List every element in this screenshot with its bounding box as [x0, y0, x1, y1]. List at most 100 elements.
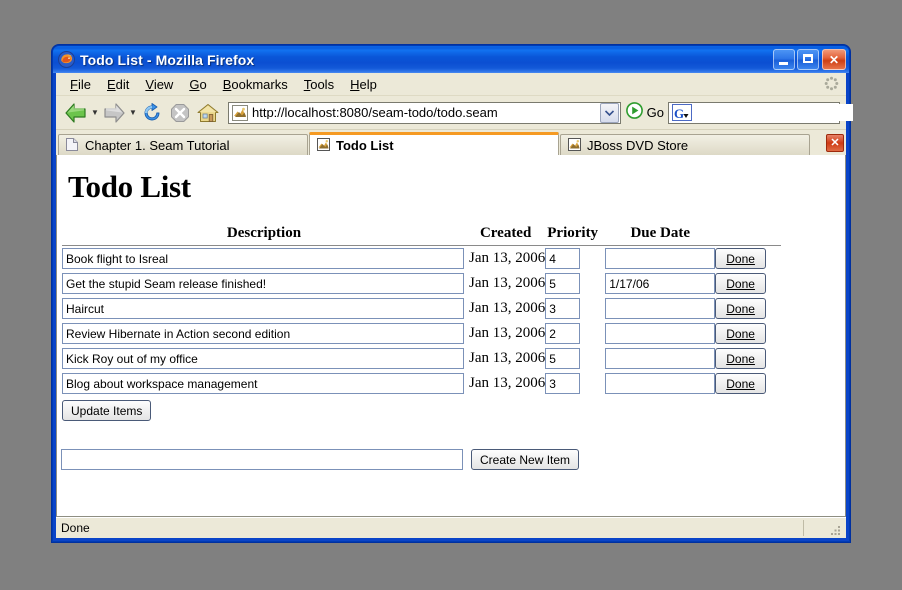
description-input[interactable]	[62, 248, 464, 269]
maximize-button[interactable]	[797, 49, 819, 70]
reload-icon[interactable]	[138, 100, 166, 126]
go-button[interactable]: Go	[626, 102, 664, 124]
seam-site-icon	[568, 138, 582, 152]
cell-due-date	[605, 246, 715, 272]
chevron-down-icon[interactable]	[600, 103, 619, 123]
page-favicon-icon	[232, 105, 248, 121]
url-text: http://localhost:8080/seam-todo/todo.sea…	[252, 106, 600, 119]
due-date-input[interactable]	[605, 248, 715, 269]
done-button[interactable]: Done	[715, 323, 766, 344]
done-button[interactable]: Done	[715, 373, 766, 394]
due-date-input[interactable]	[605, 273, 715, 294]
tab-chapter-1-seam-tutorial[interactable]: Chapter 1. Seam Tutorial	[58, 134, 308, 155]
title-bar: Todo List - Mozilla Firefox ✕	[53, 46, 849, 73]
close-icon: ✕	[823, 50, 845, 69]
dotted-circle-icon[interactable]	[824, 76, 839, 91]
cell-action: Done	[715, 321, 781, 346]
google-g-icon[interactable]: G	[672, 104, 692, 121]
due-date-input[interactable]	[605, 298, 715, 319]
due-date-input[interactable]	[605, 348, 715, 369]
description-input[interactable]	[62, 273, 464, 294]
menu-item-edit[interactable]: Edit	[99, 76, 137, 93]
forward-dropdown-icon: ▼	[128, 109, 138, 117]
url-bar[interactable]: http://localhost:8080/seam-todo/todo.sea…	[228, 102, 621, 124]
window-title: Todo List - Mozilla Firefox	[80, 52, 771, 68]
description-input[interactable]	[62, 348, 464, 369]
search-input[interactable]	[692, 104, 853, 121]
forward-arrow-icon	[100, 100, 128, 126]
menu-bar: File Edit View Go Bookmarks Tools Help	[56, 73, 846, 96]
table-row: Jan 13, 2006Done	[62, 271, 781, 296]
status-bar: Done	[56, 517, 846, 538]
navigation-toolbar: ▼ ▼	[56, 96, 846, 130]
menu-item-file[interactable]: File	[62, 76, 99, 93]
done-button[interactable]: Done	[715, 273, 766, 294]
description-input[interactable]	[62, 373, 464, 394]
cell-priority	[545, 371, 605, 396]
create-new-item-button[interactable]: Create New Item	[471, 449, 579, 470]
description-input[interactable]	[62, 298, 464, 319]
menu-item-help[interactable]: Help	[342, 76, 385, 93]
minimize-icon	[779, 62, 788, 65]
cell-priority	[545, 246, 605, 272]
maximize-icon	[803, 54, 813, 63]
cell-created: Jan 13, 2006	[466, 371, 545, 396]
cell-created: Jan 13, 2006	[466, 296, 545, 321]
priority-input[interactable]	[545, 348, 580, 369]
priority-input[interactable]	[545, 273, 580, 294]
menu-item-bookmarks[interactable]: Bookmarks	[215, 76, 296, 93]
svg-text:G: G	[674, 106, 684, 120]
priority-input[interactable]	[545, 248, 580, 269]
tab-label: Todo List	[336, 138, 394, 153]
todo-table-body: Jan 13, 2006DoneJan 13, 2006DoneJan 13, …	[62, 246, 781, 397]
cell-action: Done	[715, 346, 781, 371]
update-items-button[interactable]: Update Items	[62, 400, 151, 421]
cell-action: Done	[715, 246, 781, 272]
minimize-button[interactable]	[773, 49, 795, 70]
search-bar[interactable]: G	[668, 102, 840, 124]
browser-chrome: File Edit View Go Bookmarks Tools Help	[56, 73, 846, 538]
status-separator	[803, 520, 804, 536]
column-header-priority: Priority	[545, 225, 605, 246]
menu-item-tools[interactable]: Tools	[296, 76, 342, 93]
description-input[interactable]	[62, 323, 464, 344]
due-date-input[interactable]	[605, 323, 715, 344]
column-header-due-date: Due Date	[605, 225, 715, 246]
browser-window: Todo List - Mozilla Firefox ✕ File Edit …	[52, 45, 850, 542]
column-header-created: Created	[466, 225, 545, 246]
back-dropdown-icon[interactable]: ▼	[90, 109, 100, 117]
menu-item-view[interactable]: View	[137, 76, 181, 93]
done-button[interactable]: Done	[715, 248, 766, 269]
tab-bar: Chapter 1. Seam Tutorial Todo List	[56, 130, 846, 155]
priority-input[interactable]	[545, 323, 580, 344]
table-row: Jan 13, 2006Done	[62, 346, 781, 371]
resize-grip-icon[interactable]	[830, 523, 843, 536]
done-button[interactable]: Done	[715, 298, 766, 319]
cell-due-date	[605, 371, 715, 396]
tab-label: Chapter 1. Seam Tutorial	[85, 138, 230, 153]
cell-description	[62, 296, 466, 321]
cell-priority	[545, 296, 605, 321]
home-icon[interactable]	[194, 100, 222, 126]
new-item-input[interactable]	[61, 449, 463, 470]
cell-action: Done	[715, 296, 781, 321]
cell-priority	[545, 346, 605, 371]
priority-input[interactable]	[545, 298, 580, 319]
todo-table: Description Created Priority Due Date Ja…	[62, 225, 781, 396]
tab-todo-list[interactable]: Todo List	[309, 132, 559, 155]
done-button[interactable]: Done	[715, 348, 766, 369]
cell-due-date	[605, 296, 715, 321]
menu-item-go[interactable]: Go	[181, 76, 214, 93]
cell-description	[62, 321, 466, 346]
back-arrow-icon[interactable]	[62, 100, 90, 126]
cell-action: Done	[715, 371, 781, 396]
close-tab-icon[interactable]: ✕	[826, 134, 844, 152]
go-label: Go	[647, 105, 664, 120]
close-button[interactable]: ✕	[822, 49, 846, 70]
table-header-row: Description Created Priority Due Date	[62, 225, 781, 246]
cell-description	[62, 246, 466, 272]
cell-description	[62, 271, 466, 296]
priority-input[interactable]	[545, 373, 580, 394]
due-date-input[interactable]	[605, 373, 715, 394]
tab-jboss-dvd-store[interactable]: JBoss DVD Store	[560, 134, 810, 155]
